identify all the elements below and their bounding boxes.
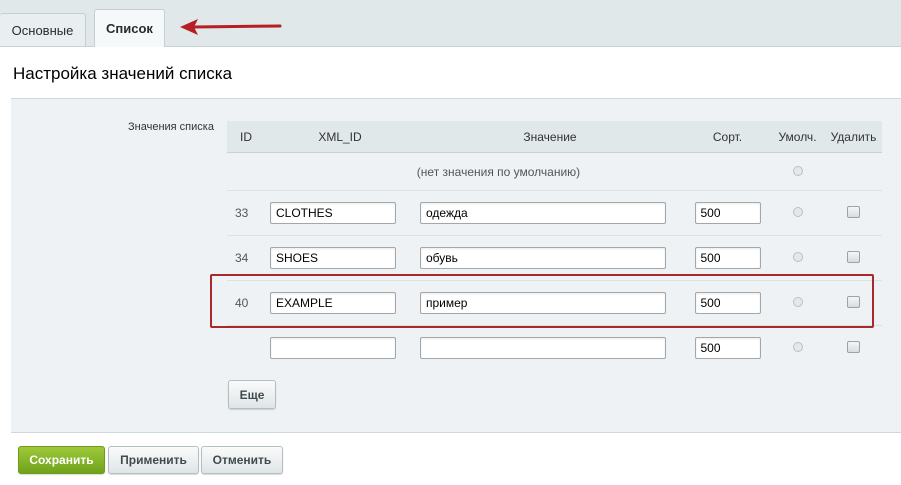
- field-label: Значения списка: [128, 121, 214, 133]
- value-input[interactable]: [420, 247, 666, 269]
- xml-id-input[interactable]: [270, 247, 396, 269]
- tab-bar: Основные Список: [0, 0, 901, 47]
- xml-id-input[interactable]: [270, 337, 396, 359]
- value-input[interactable]: [420, 337, 666, 359]
- values-table: ID XML_ID Значение Сорт. Умолч. Удалить …: [227, 121, 882, 370]
- value-input[interactable]: [420, 202, 666, 224]
- row-id: 33: [227, 190, 265, 236]
- row-id: 34: [227, 235, 265, 281]
- table-row: 33: [227, 190, 882, 236]
- default-radio[interactable]: [792, 252, 803, 262]
- default-radio-none[interactable]: [792, 165, 803, 176]
- no-default-label: (нет значения по умолчанию): [227, 152, 770, 191]
- default-radio[interactable]: [792, 342, 803, 352]
- delete-checkbox[interactable]: [847, 340, 860, 353]
- arrow-annotation-icon: [180, 19, 282, 35]
- row-id: 40: [227, 280, 265, 326]
- sort-input[interactable]: [694, 337, 761, 359]
- no-default-row: (нет значения по умолчанию): [227, 152, 882, 191]
- sort-input[interactable]: [694, 202, 761, 224]
- default-radio[interactable]: [792, 297, 803, 307]
- table-row: 40: [227, 280, 882, 326]
- header-value: Значение: [415, 121, 685, 153]
- default-radio[interactable]: [792, 207, 803, 217]
- row-id: [227, 326, 265, 371]
- section-title: Настройка значений списка: [13, 64, 233, 83]
- table-row-new: [227, 326, 882, 371]
- sort-input[interactable]: [694, 292, 761, 314]
- header-xml-id: XML_ID: [265, 121, 415, 153]
- delete-checkbox[interactable]: [847, 295, 860, 308]
- header-id: ID: [227, 121, 265, 153]
- table-row: 34: [227, 235, 882, 281]
- value-input[interactable]: [420, 292, 666, 314]
- apply-button[interactable]: Применить: [108, 446, 199, 474]
- table-header-row: ID XML_ID Значение Сорт. Умолч. Удалить: [227, 121, 882, 153]
- xml-id-input[interactable]: [270, 292, 396, 314]
- cancel-button[interactable]: Отменить: [201, 446, 283, 474]
- save-button[interactable]: Сохранить: [18, 446, 105, 474]
- tab-list[interactable]: Список: [94, 9, 165, 47]
- delete-checkbox[interactable]: [847, 205, 860, 218]
- header-delete: Удалить: [825, 121, 882, 153]
- tab-main[interactable]: Основные: [0, 13, 86, 46]
- header-default: Умолч.: [770, 121, 825, 153]
- xml-id-input[interactable]: [270, 202, 396, 224]
- delete-checkbox[interactable]: [847, 250, 860, 263]
- header-sort: Сорт.: [685, 121, 770, 153]
- more-button[interactable]: Еще: [228, 380, 276, 409]
- sort-input[interactable]: [694, 247, 761, 269]
